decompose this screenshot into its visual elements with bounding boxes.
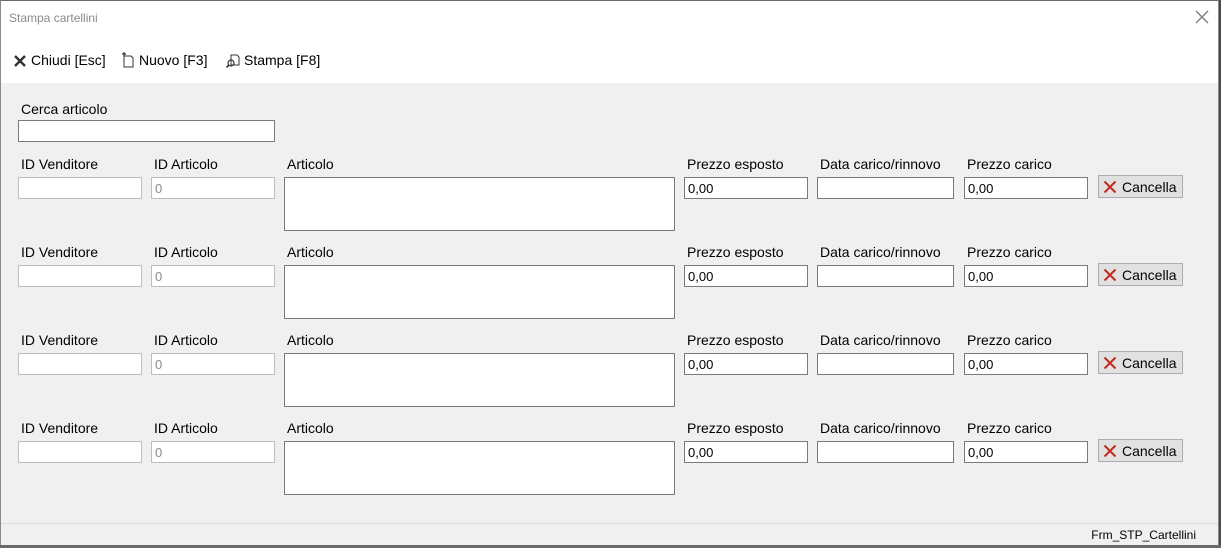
- form-name: Frm_STP_Cartellini: [1091, 528, 1196, 542]
- new-button[interactable]: Nuovo [F3]: [121, 50, 207, 70]
- load-date-label: Data carico/rinnovo: [820, 244, 941, 260]
- load-price-input[interactable]: [964, 265, 1088, 287]
- load-price-label: Prezzo carico: [967, 420, 1052, 436]
- toolbar: Chiudi [Esc] Nuovo [F3] Stampa [F8]: [1, 35, 1218, 83]
- cancel-button-label: Cancella: [1122, 442, 1177, 459]
- load-date-label: Data carico/rinnovo: [820, 156, 941, 172]
- article-label: Articolo: [287, 420, 334, 436]
- load-price-label: Prezzo carico: [967, 244, 1052, 260]
- id-vendor-label: ID Venditore: [21, 156, 99, 172]
- exposed-price-label: Prezzo esposto: [687, 156, 784, 172]
- load-date-input[interactable]: [817, 353, 954, 375]
- article-textarea[interactable]: [284, 353, 675, 407]
- exposed-price-input[interactable]: [684, 177, 808, 199]
- stampa-cartellini-window: Stampa cartellini Chiudi [Esc] Nuovo [F3…: [0, 0, 1219, 545]
- id-article-input[interactable]: [151, 177, 275, 199]
- exposed-price-label: Prezzo esposto: [687, 244, 784, 260]
- load-price-input[interactable]: [964, 353, 1088, 375]
- cancel-button-label: Cancella: [1122, 178, 1177, 195]
- load-date-label: Data carico/rinnovo: [820, 420, 941, 436]
- delete-x-icon: [1103, 356, 1117, 369]
- id-vendor-label: ID Venditore: [21, 332, 99, 348]
- exposed-price-input[interactable]: [684, 441, 808, 463]
- window-close-button[interactable]: [1192, 7, 1212, 27]
- cancel-button[interactable]: Cancella: [1098, 263, 1183, 286]
- id-vendor-input[interactable]: [18, 177, 142, 199]
- article-label: Articolo: [287, 244, 334, 260]
- load-price-input[interactable]: [964, 177, 1088, 199]
- exposed-price-label: Prezzo esposto: [687, 420, 784, 436]
- article-textarea[interactable]: [284, 177, 675, 231]
- load-price-label: Prezzo carico: [967, 332, 1052, 348]
- delete-x-icon: [1103, 180, 1117, 193]
- load-date-input[interactable]: [817, 265, 954, 287]
- article-label: Articolo: [287, 156, 334, 172]
- close-icon: [14, 55, 26, 67]
- id-article-label: ID Articolo: [154, 244, 218, 260]
- exposed-price-label: Prezzo esposto: [687, 332, 784, 348]
- exposed-price-input[interactable]: [684, 353, 808, 375]
- delete-x-icon: [1103, 444, 1117, 457]
- delete-x-icon: [1103, 268, 1117, 281]
- new-document-icon: [122, 52, 134, 68]
- close-button[interactable]: Chiudi [Esc]: [13, 50, 106, 70]
- load-date-input[interactable]: [817, 177, 954, 199]
- title-bar: Stampa cartellini: [1, 1, 1218, 35]
- search-label: Cerca articolo: [21, 101, 108, 117]
- cancel-button[interactable]: Cancella: [1098, 351, 1183, 374]
- id-article-label: ID Articolo: [154, 332, 218, 348]
- print-button[interactable]: Stampa [F8]: [226, 50, 320, 70]
- id-article-label: ID Articolo: [154, 420, 218, 436]
- id-vendor-input[interactable]: [18, 353, 142, 375]
- load-price-input[interactable]: [964, 441, 1088, 463]
- id-article-input[interactable]: [151, 265, 275, 287]
- id-vendor-label: ID Venditore: [21, 420, 99, 436]
- load-date-input[interactable]: [817, 441, 954, 463]
- status-bar: Frm_STP_Cartellini: [1, 523, 1218, 545]
- cancel-button-label: Cancella: [1122, 354, 1177, 371]
- id-vendor-label: ID Venditore: [21, 244, 99, 260]
- print-preview-icon: [226, 54, 240, 68]
- id-article-input[interactable]: [151, 441, 275, 463]
- cancel-button[interactable]: Cancella: [1098, 175, 1183, 198]
- id-article-label: ID Articolo: [154, 156, 218, 172]
- load-date-label: Data carico/rinnovo: [820, 332, 941, 348]
- search-input[interactable]: [18, 120, 275, 142]
- cancel-button-label: Cancella: [1122, 266, 1177, 283]
- window-title: Stampa cartellini: [9, 11, 98, 25]
- load-price-label: Prezzo carico: [967, 156, 1052, 172]
- id-vendor-input[interactable]: [18, 441, 142, 463]
- exposed-price-input[interactable]: [684, 265, 808, 287]
- article-textarea[interactable]: [284, 441, 675, 495]
- id-article-input[interactable]: [151, 353, 275, 375]
- close-icon: [1195, 10, 1209, 24]
- article-label: Articolo: [287, 332, 334, 348]
- id-vendor-input[interactable]: [18, 265, 142, 287]
- article-textarea[interactable]: [284, 265, 675, 319]
- print-button-label: Stampa [F8]: [244, 52, 321, 68]
- cancel-button[interactable]: Cancella: [1098, 439, 1183, 462]
- close-button-label: Chiudi [Esc]: [31, 52, 106, 68]
- new-button-label: Nuovo [F3]: [139, 52, 208, 68]
